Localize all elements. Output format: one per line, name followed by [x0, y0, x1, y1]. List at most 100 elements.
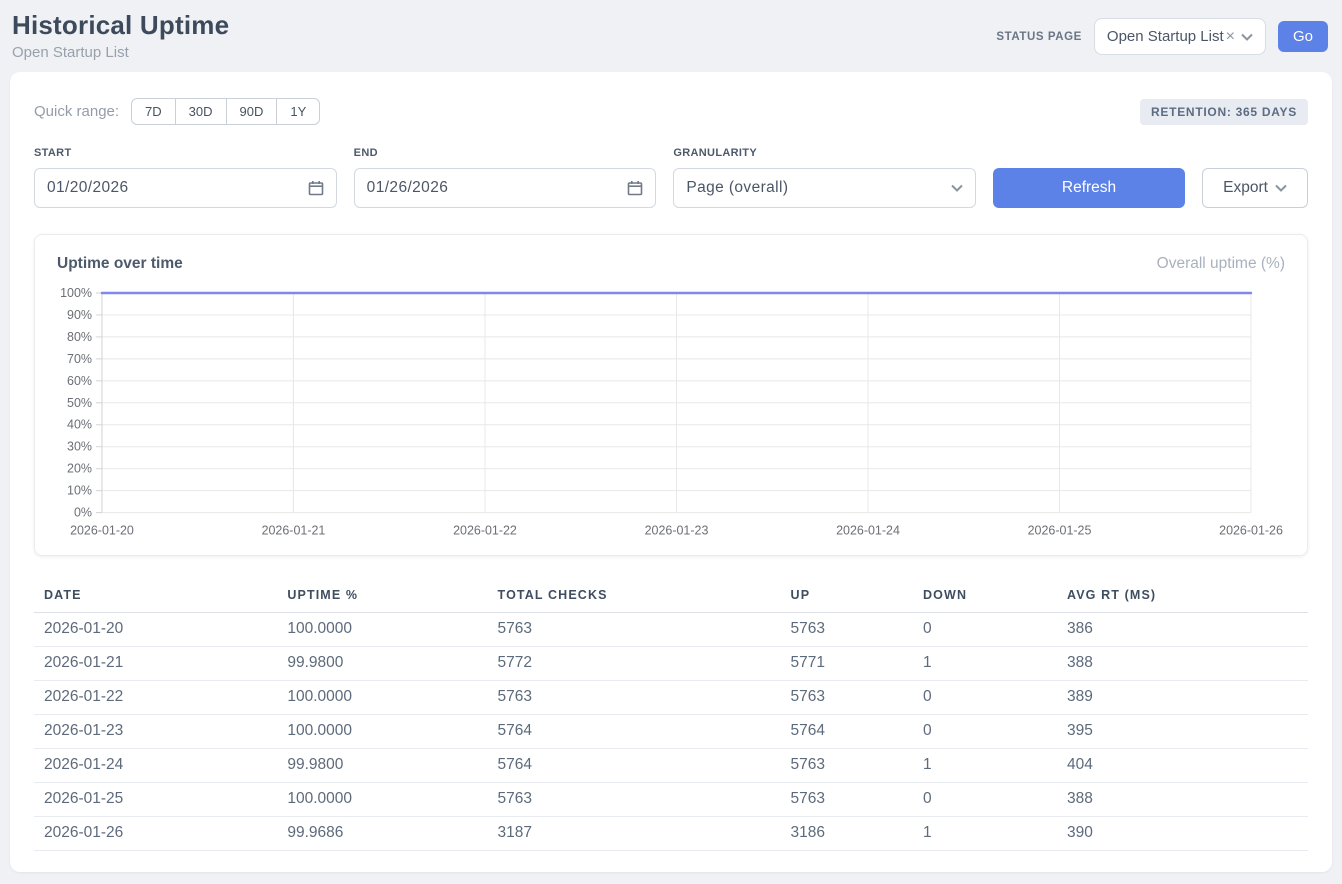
uptime-table-body: 2026-01-20100.00005763576303862026-01-21…: [34, 612, 1308, 850]
table-cell: 2026-01-23: [34, 714, 277, 748]
svg-text:2026-01-23: 2026-01-23: [645, 524, 709, 538]
table-row: 2026-01-2699.9686318731861390: [34, 816, 1308, 850]
table-cell: 5763: [781, 748, 913, 782]
filter-fields-row: START 01/20/2026 END 01/26/2026 GRANULAR…: [34, 147, 1308, 208]
table-cell: 1: [913, 816, 1057, 850]
uptime-chart-card: Uptime over time Overall uptime (%) 0%10…: [34, 234, 1308, 556]
svg-text:2026-01-24: 2026-01-24: [836, 524, 900, 538]
calendar-icon[interactable]: [308, 180, 324, 196]
page-title: Historical Uptime: [12, 10, 229, 41]
status-page-label: STATUS PAGE: [996, 31, 1082, 43]
svg-text:80%: 80%: [67, 330, 92, 344]
chevron-down-icon: [1275, 184, 1287, 192]
status-page-value: Open Startup List: [1107, 28, 1224, 45]
export-label: Export: [1223, 179, 1268, 197]
svg-text:2026-01-20: 2026-01-20: [70, 524, 134, 538]
quick-range-group: 7D 30D 90D 1Y: [131, 98, 320, 125]
table-cell: 99.9800: [277, 748, 487, 782]
table-cell: 2026-01-26: [34, 816, 277, 850]
svg-text:2026-01-21: 2026-01-21: [262, 524, 326, 538]
table-cell: 100.0000: [277, 612, 487, 646]
table-header-row: DATE UPTIME % TOTAL CHECKS UP DOWN AVG R…: [34, 582, 1308, 613]
col-total-checks: TOTAL CHECKS: [488, 582, 781, 613]
chart-legend: Overall uptime (%): [1157, 255, 1285, 273]
table-cell: 388: [1057, 782, 1308, 816]
refresh-button[interactable]: Refresh: [993, 168, 1185, 208]
retention-badge: RETENTION: 365 DAYS: [1140, 99, 1308, 125]
table-row: 2026-01-2499.9800576457631404: [34, 748, 1308, 782]
table-cell: 5763: [781, 680, 913, 714]
chart-header: Uptime over time Overall uptime (%): [57, 255, 1285, 273]
table-row: 2026-01-20100.0000576357630386: [34, 612, 1308, 646]
table-cell: 1: [913, 748, 1057, 782]
table-cell: 100.0000: [277, 714, 487, 748]
end-date-field: END 01/26/2026: [354, 147, 657, 208]
quick-range-30d[interactable]: 30D: [176, 98, 227, 125]
quick-range-7d[interactable]: 7D: [131, 98, 176, 125]
page-header: Historical Uptime Open Startup List STAT…: [0, 0, 1342, 70]
table-cell: 1: [913, 646, 1057, 680]
table-row: 2026-01-2199.9800577257711388: [34, 646, 1308, 680]
go-button[interactable]: Go: [1278, 21, 1328, 52]
table-cell: 2026-01-25: [34, 782, 277, 816]
table-cell: 5763: [488, 612, 781, 646]
table-row: 2026-01-25100.0000576357630388: [34, 782, 1308, 816]
export-button[interactable]: Export: [1202, 168, 1308, 208]
table-cell: 5771: [781, 646, 913, 680]
table-cell: 386: [1057, 612, 1308, 646]
quick-range-label: Quick range:: [34, 103, 119, 120]
main-panel: Quick range: 7D 30D 90D 1Y RETENTION: 36…: [10, 72, 1332, 872]
start-date-input[interactable]: 01/20/2026: [34, 168, 337, 208]
table-cell: 395: [1057, 714, 1308, 748]
table-cell: 388: [1057, 646, 1308, 680]
table-cell: 3187: [488, 816, 781, 850]
table-cell: 2026-01-20: [34, 612, 277, 646]
table-cell: 5772: [488, 646, 781, 680]
granularity-value: Page (overall): [686, 179, 788, 197]
col-up: UP: [781, 582, 913, 613]
end-date-input[interactable]: 01/26/2026: [354, 168, 657, 208]
quick-range-1y[interactable]: 1Y: [277, 98, 320, 125]
svg-text:40%: 40%: [67, 418, 92, 432]
table-cell: 0: [913, 680, 1057, 714]
table-cell: 5763: [781, 782, 913, 816]
table-cell: 5764: [488, 748, 781, 782]
col-date: DATE: [34, 582, 277, 613]
uptime-line-chart: 0%10%20%30%40%50%60%70%80%90%100%2026-01…: [57, 281, 1285, 541]
table-cell: 100.0000: [277, 782, 487, 816]
title-block: Historical Uptime Open Startup List: [12, 10, 229, 61]
end-label: END: [354, 147, 657, 159]
granularity-field: GRANULARITY Page (overall): [673, 147, 976, 208]
col-down: DOWN: [913, 582, 1057, 613]
start-date-value: 01/20/2026: [47, 179, 129, 197]
svg-text:50%: 50%: [67, 396, 92, 410]
start-date-field: START 01/20/2026: [34, 147, 337, 208]
quick-range-90d[interactable]: 90D: [227, 98, 278, 125]
col-avg-rt: AVG RT (MS): [1057, 582, 1308, 613]
svg-text:30%: 30%: [67, 440, 92, 454]
end-date-value: 01/26/2026: [367, 179, 449, 197]
calendar-icon[interactable]: [627, 180, 643, 196]
col-uptime: UPTIME %: [277, 582, 487, 613]
table-cell: 2026-01-22: [34, 680, 277, 714]
table-cell: 389: [1057, 680, 1308, 714]
quick-range-row: Quick range: 7D 30D 90D 1Y RETENTION: 36…: [34, 98, 1308, 125]
table-row: 2026-01-22100.0000576357630389: [34, 680, 1308, 714]
table-cell: 5763: [488, 680, 781, 714]
page-subtitle: Open Startup List: [12, 44, 229, 61]
granularity-select[interactable]: Page (overall): [673, 168, 976, 208]
table-cell: 404: [1057, 748, 1308, 782]
table-cell: 99.9800: [277, 646, 487, 680]
table-cell: 2026-01-21: [34, 646, 277, 680]
svg-text:70%: 70%: [67, 352, 92, 366]
svg-text:2026-01-25: 2026-01-25: [1028, 524, 1092, 538]
status-page-select[interactable]: Open Startup List ×: [1094, 18, 1266, 55]
table-cell: 5763: [781, 612, 913, 646]
uptime-table: DATE UPTIME % TOTAL CHECKS UP DOWN AVG R…: [34, 582, 1308, 851]
clear-icon[interactable]: ×: [1226, 28, 1235, 46]
table-cell: 5763: [488, 782, 781, 816]
table-cell: 0: [913, 782, 1057, 816]
granularity-label: GRANULARITY: [673, 147, 976, 159]
svg-text:20%: 20%: [67, 462, 92, 476]
table-cell: 5764: [781, 714, 913, 748]
